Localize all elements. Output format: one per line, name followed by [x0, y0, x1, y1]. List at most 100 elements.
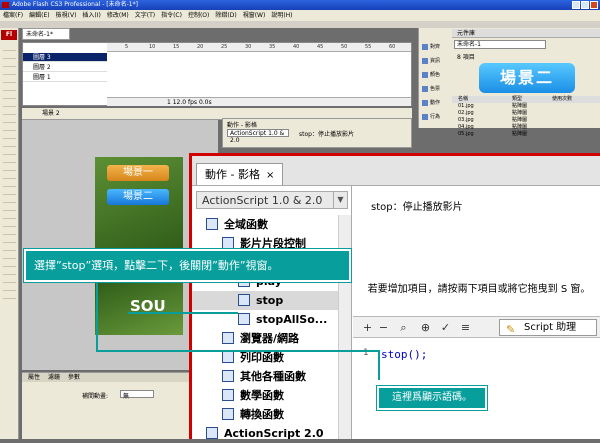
tool-icon[interactable]	[3, 132, 16, 139]
tool-icon[interactable]	[3, 140, 16, 147]
tree-item[interactable]: stop	[192, 291, 338, 310]
frame-number: 5	[125, 44, 129, 50]
tool-icon[interactable]	[3, 164, 16, 171]
tree-item[interactable]: 瀏覽器/網路	[192, 329, 338, 348]
tool-icon[interactable]	[3, 260, 16, 267]
library-row[interactable]: 01.jpg 點陣圖	[452, 103, 600, 110]
tool-icon[interactable]	[3, 148, 16, 155]
check-syntax-icon[interactable]: ✓	[439, 321, 452, 334]
tree-item[interactable]: 全域函數	[192, 215, 338, 234]
close-icon[interactable]: ×	[266, 170, 274, 181]
panel-side-item[interactable]: 資訊	[421, 54, 451, 68]
actions-small-dropdown[interactable]: ActionScript 1.0 & 2.0	[227, 129, 289, 144]
library-row[interactable]: 02.jpg 點陣圖	[452, 110, 600, 117]
properties-tab[interactable]: 濾鏡	[48, 374, 60, 381]
code-line[interactable]: stop();	[381, 348, 427, 361]
timeline-layer[interactable]: 圖層 1	[23, 73, 107, 82]
actions-tab[interactable]: 動作 - 影格 ×	[196, 163, 284, 185]
flash-app-icon	[2, 2, 9, 8]
add-icon[interactable]: +	[361, 321, 374, 334]
tool-icon[interactable]	[3, 108, 16, 115]
language-dropdown[interactable]: ActionScript 1.0 & 2.0 ▼	[196, 191, 348, 209]
menu-item[interactable]: 編輯(E)	[29, 12, 49, 19]
tree-item[interactable]: ActionScript 2.0	[192, 424, 338, 443]
menu-item[interactable]: 文字(T)	[135, 12, 155, 19]
menu-item[interactable]: 視窗(W)	[243, 12, 266, 19]
find-icon[interactable]: ⌕	[397, 321, 410, 334]
tree-item-label: stop	[256, 294, 284, 307]
scene1-button[interactable]: 場景一	[107, 165, 169, 181]
menu-item[interactable]: 除錯(D)	[215, 12, 236, 19]
tree-item[interactable]: 數學函數	[192, 386, 338, 405]
tree-item-label: 數學函數	[240, 389, 284, 402]
tool-icon[interactable]	[3, 68, 16, 75]
tool-icon[interactable]	[3, 268, 16, 275]
tree-item[interactable]: 轉換函數	[192, 405, 338, 424]
tool-icon[interactable]	[3, 204, 16, 211]
tree-item[interactable]: 其他各種函數	[192, 367, 338, 386]
library-row[interactable]: 05.jpg 點陣圖	[452, 131, 600, 138]
tool-icon[interactable]	[3, 92, 16, 99]
tool-icon[interactable]	[3, 276, 16, 283]
tool-icon[interactable]	[3, 60, 16, 67]
tool-icon[interactable]	[3, 156, 16, 163]
remove-icon[interactable]: −	[377, 321, 390, 334]
tool-icon[interactable]	[3, 212, 16, 219]
frame-number: 45	[317, 44, 324, 50]
library-item-type: 點陣圖	[512, 117, 528, 123]
library-row[interactable]: 03.jpg 點陣圖	[452, 117, 600, 124]
properties-tab[interactable]: 參數	[68, 374, 80, 381]
panel-side-item[interactable]: 顏色	[421, 68, 451, 82]
tool-icon[interactable]	[3, 236, 16, 243]
tool-icon[interactable]	[3, 124, 16, 131]
menu-item[interactable]: 插入(I)	[82, 12, 100, 19]
tool-icon[interactable]	[3, 292, 16, 299]
tool-icon[interactable]	[3, 52, 16, 59]
menu-item[interactable]: 檔案(F)	[3, 12, 23, 19]
library-row[interactable]: 04.jpg 點陣圖	[452, 124, 600, 131]
minimize-button[interactable]	[572, 1, 580, 9]
tool-icon[interactable]	[3, 244, 16, 251]
folder-icon	[222, 370, 234, 382]
tool-icon[interactable]	[3, 284, 16, 291]
target-icon[interactable]: ⊕	[419, 321, 432, 334]
format-icon[interactable]: ≡	[459, 321, 472, 334]
panel-side-item[interactable]: 對齊	[421, 40, 451, 54]
tool-icon[interactable]	[3, 220, 16, 227]
library-item-name: 04.jpg	[458, 124, 474, 130]
close-window-button[interactable]	[590, 1, 598, 9]
menu-item[interactable]: 指令(C)	[161, 12, 182, 19]
tool-icon[interactable]	[3, 252, 16, 259]
tool-icon[interactable]	[3, 84, 16, 91]
tool-icon[interactable]	[3, 100, 16, 107]
tool-icon[interactable]	[3, 44, 16, 51]
panel-side-item[interactable]: 色票	[421, 82, 451, 96]
tool-icon[interactable]	[3, 116, 16, 123]
timeline-layer[interactable]: 圖層 3	[23, 53, 107, 62]
panel-side-item[interactable]: 動作	[421, 96, 451, 110]
properties-tab[interactable]: 屬性	[28, 374, 40, 381]
tool-icon[interactable]	[3, 188, 16, 195]
maximize-button[interactable]	[581, 1, 589, 9]
panel-side-item[interactable]: 行為	[421, 110, 451, 124]
tool-icon[interactable]	[3, 76, 16, 83]
document-tab[interactable]: 未命名-1*	[22, 28, 70, 40]
menu-item[interactable]: 修改(M)	[107, 12, 129, 19]
stage[interactable]: 場景一 場景二 SOU	[95, 157, 183, 335]
toolbar-strip	[0, 21, 600, 28]
scene2-button[interactable]: 場景二	[107, 189, 169, 205]
tween-select[interactable]: 無	[120, 390, 154, 400]
menu-item[interactable]: 檢視(V)	[56, 12, 77, 19]
tool-icon[interactable]	[3, 196, 16, 203]
callout-line	[128, 312, 238, 314]
chevron-down-icon[interactable]: ▼	[333, 192, 347, 208]
timeline-layer[interactable]: 圖層 2	[23, 63, 107, 72]
tool-icon[interactable]	[3, 180, 16, 187]
menu-item[interactable]: 說明(H)	[271, 12, 292, 19]
tree-item-label: stopAllSo...	[256, 313, 328, 326]
tool-icon[interactable]	[3, 228, 16, 235]
tool-icon[interactable]	[3, 172, 16, 179]
menu-item[interactable]: 控制(O)	[188, 12, 209, 19]
library-dropdown[interactable]: 未命名-1	[454, 40, 546, 49]
script-assist-button[interactable]: ✎ Script 助理	[499, 319, 597, 336]
